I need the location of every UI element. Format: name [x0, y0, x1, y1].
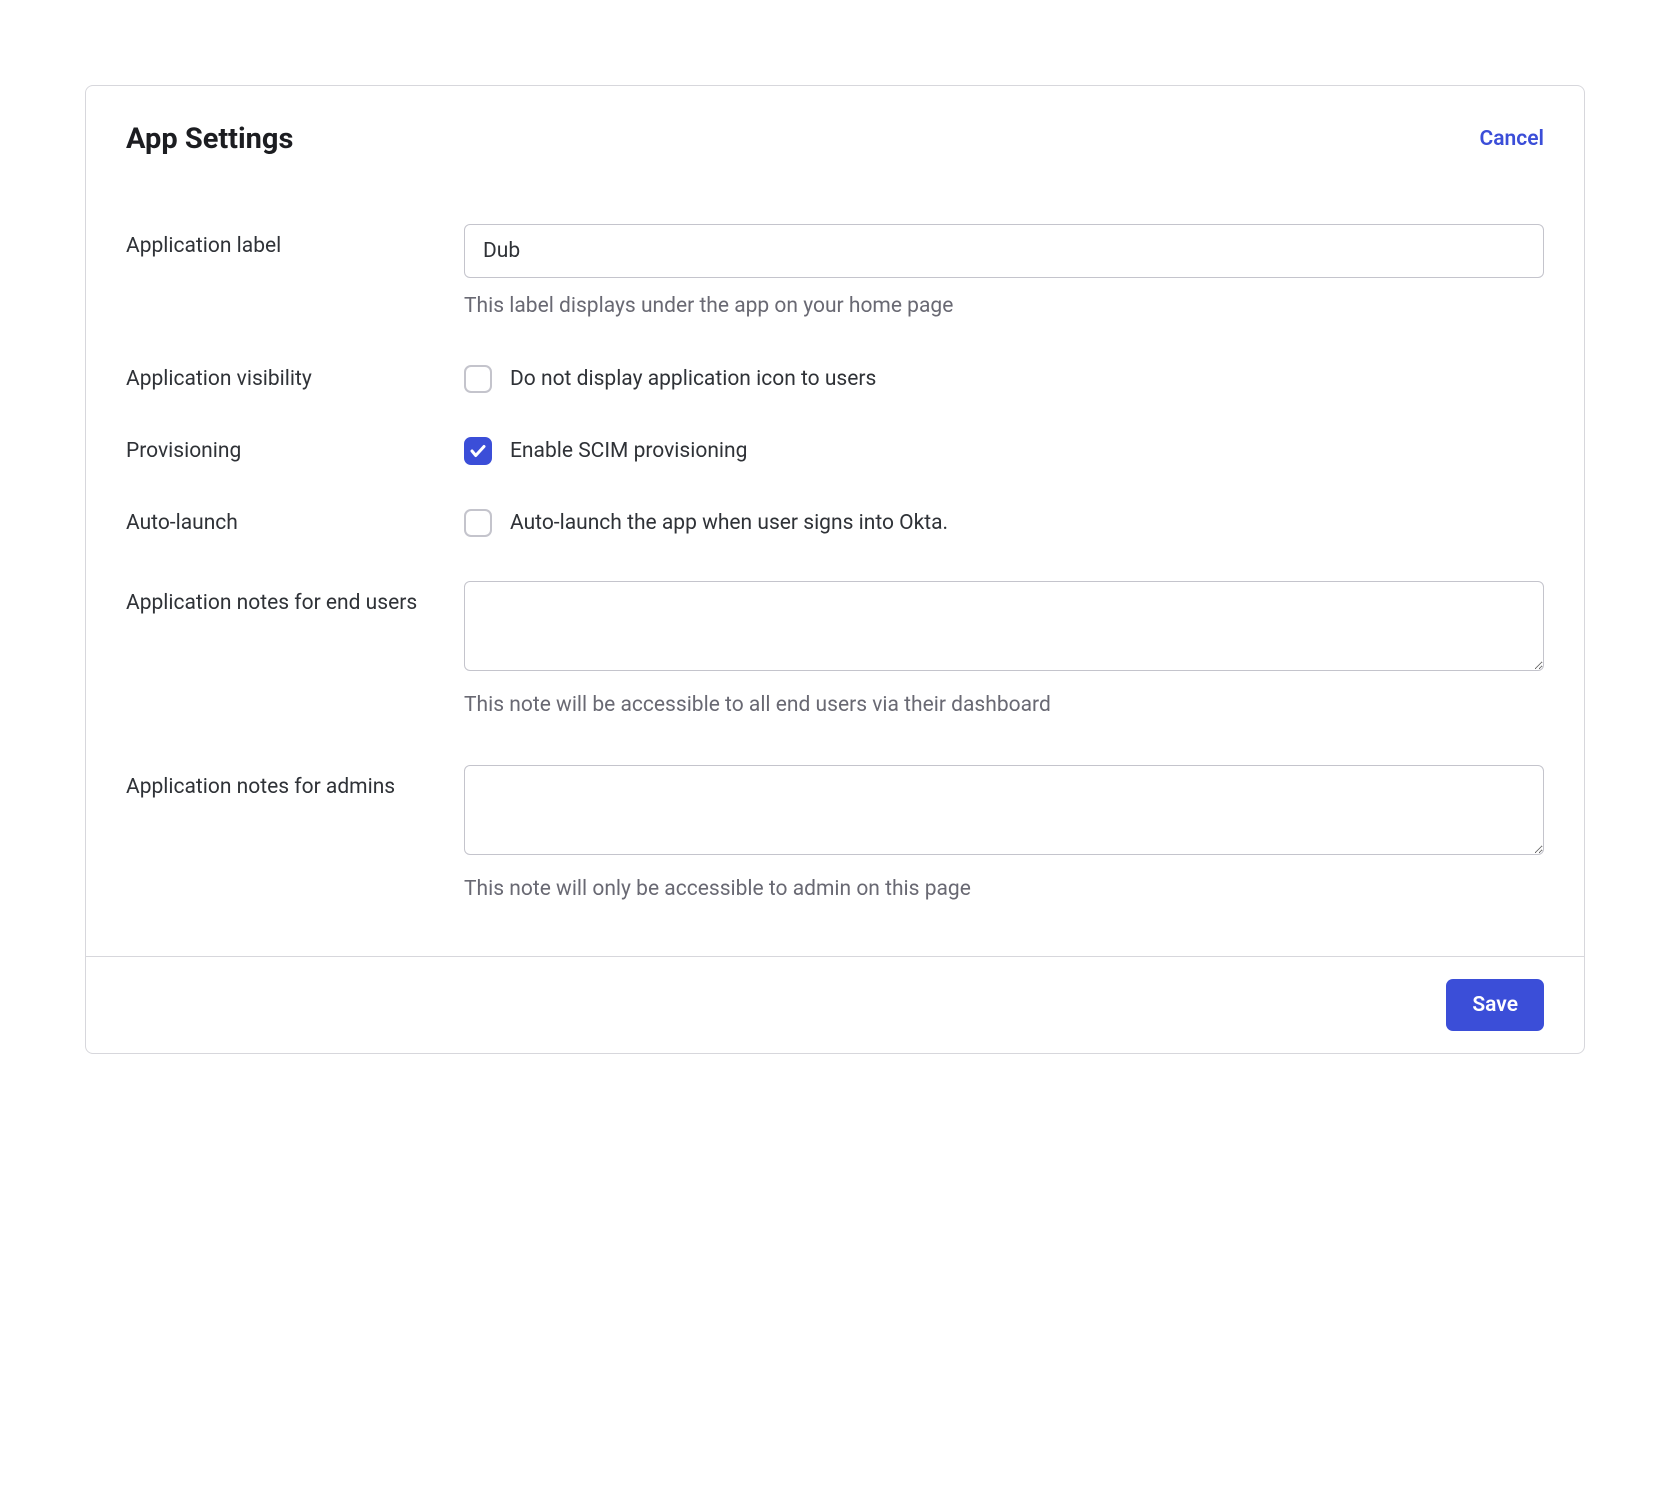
notes-end-users-control: This note will be accessible to all end … [464, 581, 1544, 720]
check-icon [469, 442, 487, 460]
application-visibility-row: Application visibility Do not display ap… [126, 365, 1544, 393]
application-visibility-control: Do not display application icon to users [464, 365, 1544, 393]
notes-end-users-helper: This note will be accessible to all end … [464, 691, 1544, 720]
auto-launch-option: Auto-launch the app when user signs into… [464, 509, 1544, 537]
panel-header: App Settings Cancel [126, 122, 1544, 156]
application-visibility-option-text: Do not display application icon to users [510, 367, 876, 391]
provisioning-row: Provisioning Enable SCIM provisioning [126, 437, 1544, 465]
notes-admins-control: This note will only be accessible to adm… [464, 765, 1544, 904]
provisioning-option: Enable SCIM provisioning [464, 437, 1544, 465]
cancel-button[interactable]: Cancel [1480, 127, 1544, 151]
application-label-helper: This label displays under the app on you… [464, 292, 1544, 321]
application-label-label: Application label [126, 224, 464, 258]
application-label-row: Application label This label displays un… [126, 224, 1544, 321]
provisioning-checkbox[interactable] [464, 437, 492, 465]
notes-admins-row: Application notes for admins This note w… [126, 765, 1544, 904]
save-button[interactable]: Save [1446, 979, 1544, 1031]
application-visibility-option: Do not display application icon to users [464, 365, 1544, 393]
auto-launch-option-text: Auto-launch the app when user signs into… [510, 511, 948, 535]
auto-launch-row: Auto-launch Auto-launch the app when use… [126, 509, 1544, 537]
app-settings-panel: App Settings Cancel Application label Th… [85, 85, 1585, 1054]
application-label-input[interactable] [464, 224, 1544, 278]
provisioning-label: Provisioning [126, 437, 464, 463]
notes-admins-textarea[interactable] [464, 765, 1544, 855]
auto-launch-label: Auto-launch [126, 509, 464, 535]
notes-admins-label: Application notes for admins [126, 765, 464, 799]
notes-admins-helper: This note will only be accessible to adm… [464, 875, 1544, 904]
panel-body: App Settings Cancel Application label Th… [86, 86, 1584, 956]
notes-end-users-row: Application notes for end users This not… [126, 581, 1544, 720]
panel-footer: Save [86, 956, 1584, 1053]
application-visibility-checkbox[interactable] [464, 365, 492, 393]
auto-launch-control: Auto-launch the app when user signs into… [464, 509, 1544, 537]
panel-title: App Settings [126, 122, 293, 156]
application-label-control: This label displays under the app on you… [464, 224, 1544, 321]
notes-end-users-label: Application notes for end users [126, 581, 464, 615]
application-visibility-label: Application visibility [126, 365, 464, 391]
auto-launch-checkbox[interactable] [464, 509, 492, 537]
notes-end-users-textarea[interactable] [464, 581, 1544, 671]
provisioning-option-text: Enable SCIM provisioning [510, 439, 747, 463]
provisioning-control: Enable SCIM provisioning [464, 437, 1544, 465]
